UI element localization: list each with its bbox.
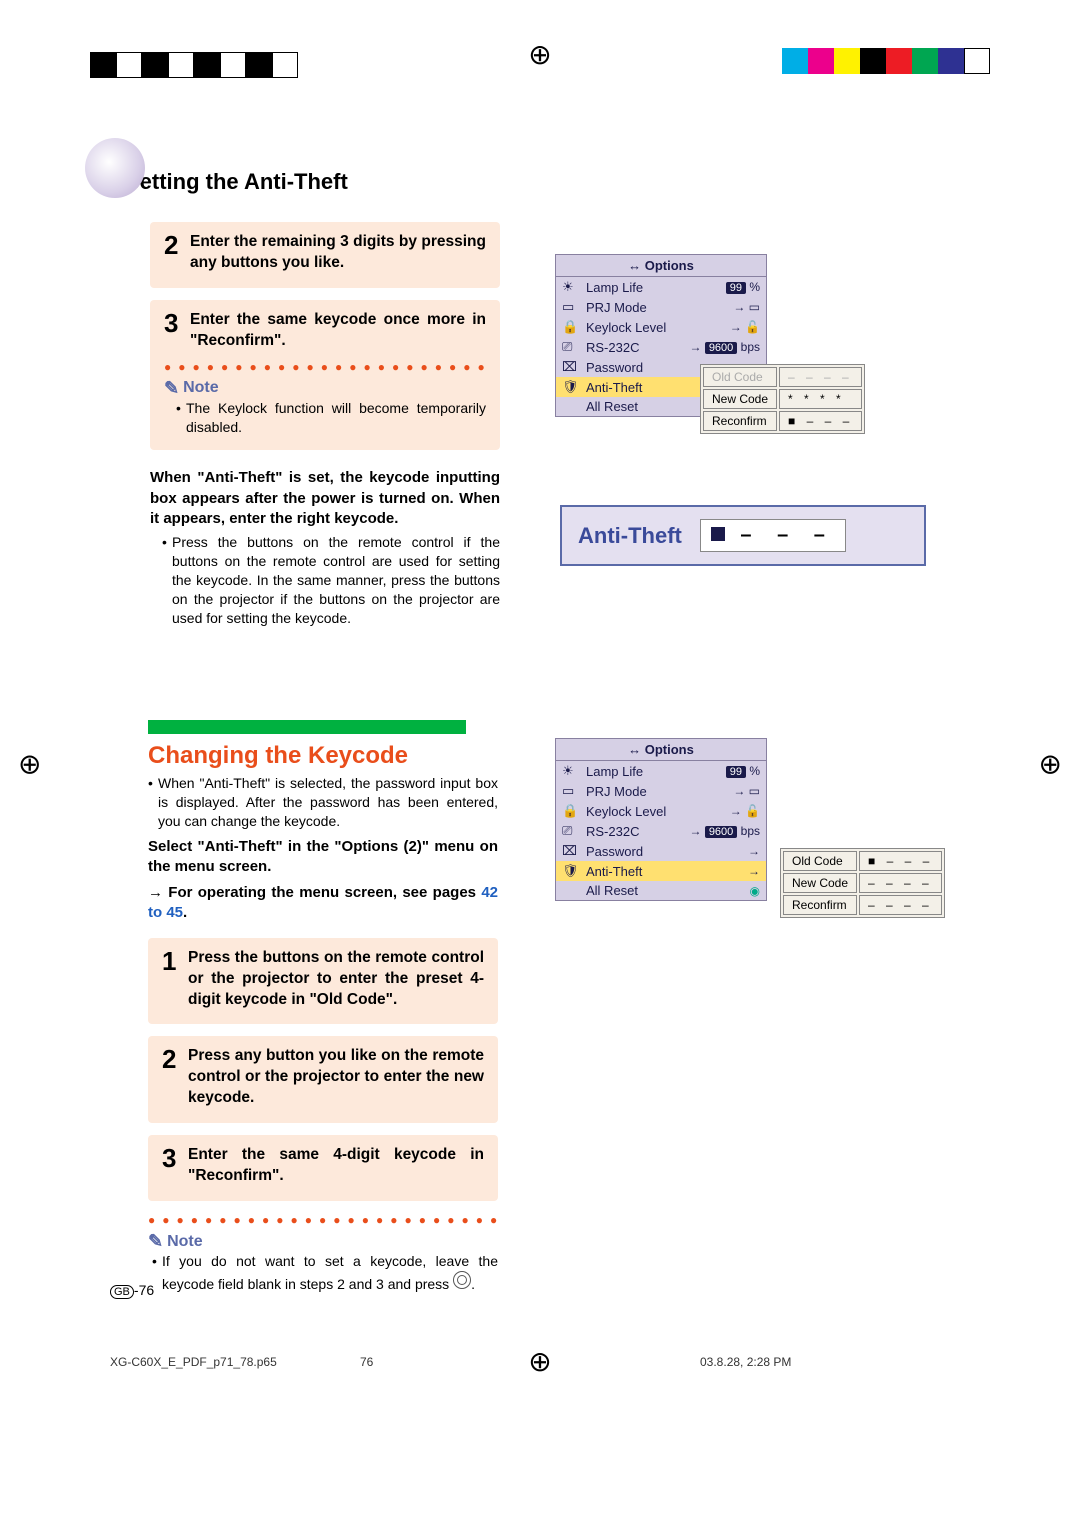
- step-1-box: 1 Press the buttons on the remote contro…: [148, 938, 498, 1025]
- note-body: •The Keylock function will become tempor…: [176, 399, 486, 437]
- osd-options-panel-2: ↔ Options ☀Lamp Life99 %▭PRJ Mode→ ▭🔒Key…: [555, 738, 767, 901]
- osd-row: ⎚RS-232C→ 9600 bps: [556, 337, 766, 357]
- osd-row: All Reset◉: [556, 881, 766, 900]
- crosshair-bottom-icon: ⊕: [528, 1345, 551, 1378]
- step-3b-box: 3 Enter the same 4-digit keycode in "Rec…: [148, 1135, 498, 1201]
- osd-row: 🔒Keylock Level→ 🔓: [556, 317, 766, 337]
- section-title: Setting the Anti-Theft: [125, 169, 348, 195]
- note-label: Note: [148, 1231, 498, 1252]
- osd-row: ☀Lamp Life99 %: [556, 761, 766, 781]
- green-divider-bar: [148, 720, 466, 734]
- osd-row: ⌧Password→: [556, 841, 766, 861]
- select-anti-theft: Select "Anti-Theft" in the "Options (2)"…: [148, 837, 498, 878]
- step-3-box: 3 Enter the same keycode once more in "R…: [150, 300, 500, 451]
- note2-body: • If you do not want to set a keycode, l…: [152, 1252, 498, 1294]
- step-number: 1: [162, 948, 188, 974]
- footer-date: 03.8.28, 2:28 PM: [700, 1355, 791, 1369]
- code-table-1: Old Code– – – –New Code* * * *Reconfirm■…: [700, 364, 865, 434]
- anti-theft-label: Anti-Theft: [578, 523, 682, 549]
- anti-theft-input-box: Anti-Theft – – –: [560, 505, 926, 566]
- dots-divider: ●●●●●●●●●●●●●●●●●●●●●●●●●●: [148, 1213, 498, 1227]
- step-2b-box: 2 Press any button you like on the remot…: [148, 1036, 498, 1123]
- press-buttons-bullet: •Press the buttons on the remote control…: [162, 533, 500, 627]
- when-set-paragraph: When "Anti-Theft" is set, the keycode in…: [150, 468, 500, 529]
- page-number: GB-76: [110, 1282, 154, 1298]
- step-text: Press any button you like on the remote …: [188, 1046, 484, 1109]
- osd-row: ▭PRJ Mode→ ▭: [556, 297, 766, 317]
- osd-row: ⎚RS-232C→ 9600 bps: [556, 821, 766, 841]
- osd-header: ↔ Options: [556, 255, 766, 277]
- step-text: Enter the remaining 3 digits by pressing…: [190, 232, 486, 274]
- decorative-sphere-icon: [85, 138, 145, 198]
- dots-divider: ●●●●●●●●●●●●●●●●●●●●●●●●: [164, 360, 486, 374]
- step-text: Enter the same keycode once more in "Rec…: [190, 310, 486, 352]
- crosshair-left-icon: ⊕: [18, 748, 41, 781]
- osd-row: 🛡Anti-Theft→: [556, 861, 766, 881]
- color-swatches: [782, 48, 990, 74]
- crosshair-top-icon: ⊕: [528, 38, 551, 71]
- osd-row: 🔒Keylock Level→ 🔓: [556, 801, 766, 821]
- anti-theft-value: – – –: [700, 519, 846, 552]
- step-number: 3: [162, 1145, 188, 1171]
- code-table-2: Old Code■ – – –New Code– – – –Reconfirm–…: [780, 848, 945, 918]
- crosshair-right-icon: ⊕: [1039, 748, 1062, 781]
- note-label: Note: [164, 378, 486, 399]
- footer-page: 76: [360, 1355, 373, 1369]
- bw-swatches: [90, 52, 298, 78]
- step-number: 3: [164, 310, 190, 336]
- step-text: Press the buttons on the remote control …: [188, 948, 484, 1011]
- step-number: 2: [164, 232, 190, 258]
- see-pages-line: → For operating the menu screen, see pag…: [148, 883, 498, 924]
- osd-header: ↔ Options: [556, 739, 766, 761]
- step-text: Enter the same 4-digit keycode in "Recon…: [188, 1145, 484, 1187]
- osd-row: ▭PRJ Mode→ ▭: [556, 781, 766, 801]
- step-number: 2: [162, 1046, 188, 1072]
- changing-intro: •When "Anti-Theft" is selected, the pass…: [148, 774, 498, 831]
- step-2-box: 2 Enter the remaining 3 digits by pressi…: [150, 222, 500, 288]
- changing-keycode-title: Changing the Keycode: [148, 742, 408, 770]
- osd-row: ☀Lamp Life99 %: [556, 277, 766, 297]
- section-header: Setting the Anti-Theft: [85, 152, 348, 212]
- enter-button-icon: [453, 1271, 471, 1289]
- footer-filename: XG-C60X_E_PDF_p71_78.p65: [110, 1355, 277, 1369]
